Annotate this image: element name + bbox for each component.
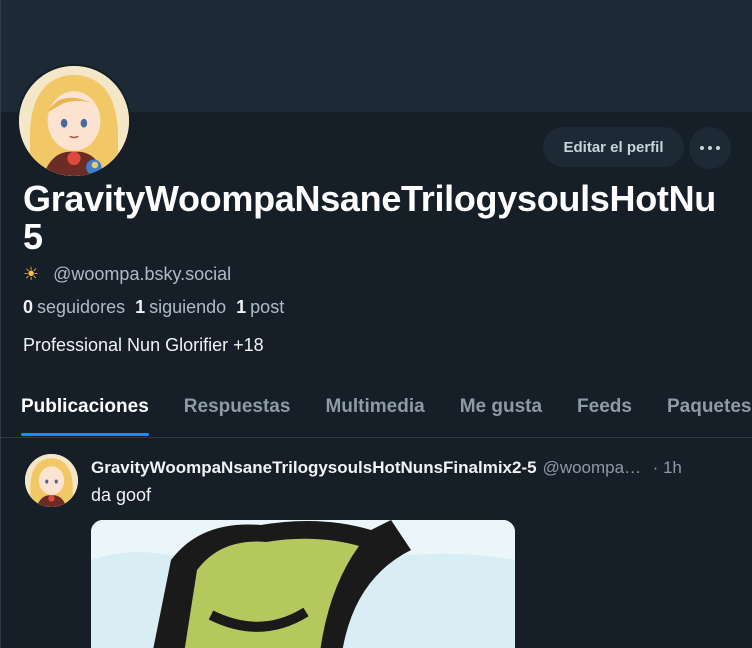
display-name-line1: GravityWoompaNsaneTrilogysoulsHotNu bbox=[23, 178, 716, 219]
profile-avatar[interactable] bbox=[17, 64, 131, 178]
profile-handle-row: ☀ @woompa.bsky.social bbox=[23, 264, 231, 285]
sun-icon: ☀ bbox=[23, 264, 40, 284]
post-text: da goof bbox=[91, 485, 152, 505]
following-count: 1 bbox=[135, 297, 146, 317]
followers-link[interactable]: 0 seguidores bbox=[23, 297, 125, 318]
following-label: siguiendo bbox=[149, 297, 227, 317]
followers-count: 0 bbox=[23, 297, 34, 317]
tab-respuestas[interactable]: Respuestas bbox=[184, 384, 291, 437]
tab-feeds[interactable]: Feeds bbox=[577, 384, 632, 437]
post-timestamp[interactable]: · 1h bbox=[653, 458, 682, 478]
tab-paquetes[interactable]: Paquetes bbox=[667, 384, 751, 437]
edit-profile-button[interactable]: Editar el perfil bbox=[543, 127, 684, 167]
post-header: GravityWoompaNsaneTrilogysoulsHotNunsFin… bbox=[91, 458, 741, 478]
post-image[interactable] bbox=[91, 520, 515, 648]
following-link[interactable]: 1 siguiendo bbox=[135, 297, 226, 318]
post-author-name[interactable]: GravityWoompaNsaneTrilogysoulsHotNunsFin… bbox=[91, 458, 537, 478]
tab-publicaciones[interactable]: Publicaciones bbox=[21, 384, 149, 437]
profile-page: Editar el perfil GravityWoompaNsaneTrilo… bbox=[0, 0, 752, 648]
profile-display-name: GravityWoompaNsaneTrilogysoulsHotNu 5 bbox=[23, 180, 752, 256]
tab-multimedia[interactable]: Multimedia bbox=[325, 384, 424, 437]
profile-bio: Professional Nun Glorifier +18 bbox=[23, 335, 264, 355]
post-author-avatar[interactable] bbox=[25, 454, 78, 507]
profile-handle: @woompa.bsky.social bbox=[53, 264, 232, 284]
display-name-line2: 5 bbox=[23, 216, 43, 257]
profile-stats: 0 seguidores 1 siguiendo 1 post bbox=[23, 297, 284, 318]
posts-label: post bbox=[250, 297, 285, 317]
more-horizontal-icon[interactable] bbox=[689, 127, 731, 169]
profile-tabs: Publicaciones Respuestas Multimedia Me g… bbox=[1, 384, 752, 438]
posts-count: 1 bbox=[236, 297, 247, 317]
posts-stat: 1 post bbox=[236, 297, 284, 318]
post-author-handle[interactable]: @woompa.bsky.social bbox=[543, 458, 643, 478]
followers-label: seguidores bbox=[37, 297, 126, 317]
feed-post[interactable]: GravityWoompaNsaneTrilogysoulsHotNunsFin… bbox=[1, 438, 752, 648]
tab-me-gusta[interactable]: Me gusta bbox=[460, 384, 542, 437]
